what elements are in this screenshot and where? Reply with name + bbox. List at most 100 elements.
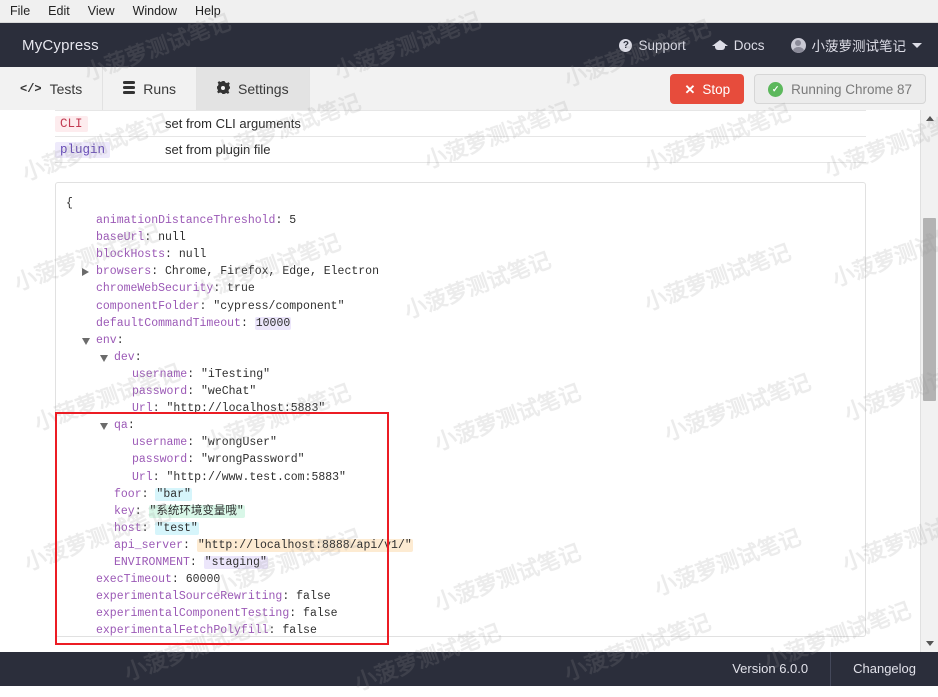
config-value: "bar" (155, 487, 192, 501)
header-actions: ? Support Docs 小菠萝测试笔记 (619, 35, 922, 55)
config-line: host: "test" (114, 521, 199, 535)
status-footer: Version 6.0.0 Changelog (0, 652, 938, 686)
user-menu[interactable]: 小菠萝测试笔记 (790, 35, 922, 55)
config-value: "http://www.test.com:5883" (166, 470, 346, 484)
config-value: true (227, 282, 255, 296)
os-menu-bar: File Edit View Window Help (0, 0, 938, 23)
tab-settings[interactable]: Settings (196, 67, 310, 111)
config-value: "http://localhost:8888/api/v1/" (196, 538, 413, 552)
tab-runs-label: Runs (143, 81, 176, 97)
changelog-link[interactable]: Changelog (830, 652, 938, 686)
stop-button[interactable]: ✕ Stop (670, 74, 745, 104)
config-line: Url: "http://localhost:5883" (132, 402, 326, 416)
config-line: execTimeout: 60000 (96, 573, 221, 587)
table-row: plugin set from plugin file (55, 137, 866, 163)
config-value: null (158, 231, 186, 245)
app-title: MyCypress (22, 36, 99, 54)
config-line: qa: (66, 417, 855, 434)
config-line: animationDistanceThreshold: 5 (96, 214, 297, 228)
chevron-down-icon (912, 42, 922, 48)
avatar-icon (790, 37, 806, 53)
menu-item-window[interactable]: Window (133, 0, 177, 22)
tab-settings-label: Settings (237, 81, 289, 97)
browser-status-label: Running Chrome 87 (791, 81, 912, 97)
config-value: "weChat" (201, 385, 257, 399)
support-label: Support (638, 37, 686, 53)
config-legend-table: CLI set from CLI arguments plugin set fr… (55, 110, 866, 163)
tab-runs[interactable]: Runs (103, 67, 197, 111)
stack-icon (123, 81, 136, 97)
gear-icon (217, 81, 230, 97)
code-icon: </> (20, 82, 42, 96)
config-value: "test" (155, 521, 199, 535)
tab-tests-label: Tests (49, 81, 83, 97)
scrollbar-thumb[interactable] (923, 218, 936, 401)
config-value: 5 (289, 214, 297, 228)
config-value: "系统环境变量哦" (148, 504, 245, 518)
menu-item-view[interactable]: View (88, 0, 115, 22)
chevron-down-icon[interactable] (100, 423, 108, 431)
docs-link[interactable]: Docs (711, 37, 765, 53)
vertical-scrollbar[interactable] (920, 110, 938, 652)
tab-bar: </> Tests Runs Settings ✕ Stop ✓ Running… (0, 67, 938, 112)
config-value: Chrome, Firefox, Edge, Electron (165, 265, 379, 279)
config-line: username: "iTesting" (132, 367, 271, 381)
user-name-label: 小菠萝测试笔记 (811, 39, 907, 54)
settings-content: CLI set from CLI arguments plugin set fr… (0, 110, 938, 652)
config-value: null (178, 248, 207, 262)
version-label: Version 6.0.0 (732, 661, 809, 676)
chevron-right-icon[interactable] (82, 267, 89, 276)
config-line: { (66, 197, 73, 210)
menu-item-edit[interactable]: Edit (48, 0, 70, 22)
legend-desc-cli: set from CLI arguments (165, 116, 301, 131)
config-line: componentFolder: "cypress/component" (96, 299, 345, 313)
config-value: 10000 (254, 316, 292, 330)
config-line: password: "wrongPassword" (132, 453, 305, 467)
config-value: false (282, 624, 317, 637)
legend-chip-cli: CLI (55, 115, 88, 132)
config-code-block: { animationDistanceThreshold: 5 baseUrl: n… (66, 195, 855, 637)
chevron-down-icon[interactable] (82, 337, 90, 345)
scroll-up-arrow-icon[interactable] (921, 110, 938, 127)
config-line: baseUrl: null (96, 231, 186, 245)
check-circle-icon: ✓ (768, 81, 784, 97)
graduation-cap-icon (711, 39, 728, 51)
config-value: false (296, 590, 331, 604)
config-line: blockHosts: null (96, 248, 207, 262)
legend-key-plugin: plugin (55, 137, 165, 163)
config-line: password: "weChat" (132, 385, 257, 399)
config-line: dev: (66, 349, 855, 366)
config-value: false (303, 607, 338, 621)
legend-desc-plugin: set from plugin file (165, 142, 271, 157)
docs-label: Docs (733, 37, 765, 53)
legend-key-cli: CLI (55, 111, 165, 137)
config-line: api_server: "http://localhost:8888/api/v… (114, 538, 413, 552)
app-header: MyCypress ? Support Docs 小菠萝测试笔记 (0, 23, 938, 67)
settings-scroll-area: CLI set from CLI arguments plugin set fr… (0, 110, 921, 652)
config-value: "wrongUser" (201, 436, 277, 450)
config-line: key: "系统环境变量哦" (114, 504, 245, 518)
menu-item-file[interactable]: File (10, 0, 30, 22)
support-link[interactable]: ? Support (619, 37, 686, 53)
help-circle-icon: ? (619, 38, 633, 52)
config-line: chromeWebSecurity: true (96, 282, 255, 296)
chevron-down-icon[interactable] (100, 354, 108, 362)
config-line: experimentalComponentTesting: false (96, 607, 338, 621)
scroll-down-arrow-icon[interactable] (921, 635, 938, 652)
config-value: "wrongPassword" (201, 453, 305, 467)
stop-button-label: Stop (702, 81, 731, 97)
config-value: 60000 (185, 573, 221, 587)
config-value: "cypress/component" (213, 299, 345, 313)
config-line: Url: "http://www.test.com:5883" (132, 470, 346, 484)
config-line: experimentalFetchPolyfill: false (96, 624, 317, 637)
menu-item-help[interactable]: Help (195, 0, 221, 22)
config-value: "http://localhost:5883" (166, 402, 326, 416)
browser-status-button[interactable]: ✓ Running Chrome 87 (754, 74, 926, 104)
config-line: ENVIRONMENT: "staging" (114, 555, 268, 569)
config-line: defaultCommandTimeout: 10000 (96, 316, 292, 330)
config-value: "staging" (203, 555, 268, 569)
table-row: CLI set from CLI arguments (55, 110, 866, 137)
tab-tests[interactable]: </> Tests (0, 67, 104, 111)
tabbar-actions: ✕ Stop ✓ Running Chrome 87 (670, 67, 938, 111)
config-line: foor: "bar" (114, 487, 192, 501)
